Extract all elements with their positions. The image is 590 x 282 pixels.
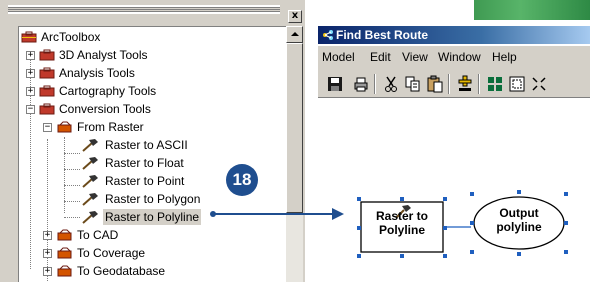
- zoom-icon[interactable]: [530, 75, 548, 93]
- tree-item-3d-analyst-tools[interactable]: + 3D Analyst Tools: [19, 47, 279, 63]
- hammer-icon: [82, 193, 98, 206]
- menu-model[interactable]: Model: [322, 50, 355, 64]
- expand-icon[interactable]: +: [26, 69, 35, 78]
- scroll-thumb[interactable]: [286, 43, 303, 213]
- tree-item-analysis-tools[interactable]: + Analysis Tools: [19, 65, 279, 81]
- model-canvas[interactable]: [318, 99, 590, 282]
- hammer-icon: [82, 157, 98, 170]
- toolset-icon: [57, 121, 72, 133]
- tree-item-label: From Raster: [77, 120, 144, 134]
- toolbox-icon: [39, 67, 55, 79]
- tree-item-from-raster[interactable]: − From Raster: [19, 119, 279, 135]
- process-label-line1: Raster to: [375, 209, 428, 223]
- toolbox-icon: [39, 85, 55, 97]
- tree-item-to-geodatabase[interactable]: + To Geodatabase: [19, 263, 279, 279]
- menu-edit[interactable]: Edit: [370, 50, 391, 64]
- tree-item-raster-to-ascii[interactable]: Raster to ASCII: [19, 137, 279, 153]
- toolset-icon: [57, 229, 72, 241]
- grid-icon[interactable]: [486, 75, 504, 93]
- toolbar-separator: [448, 74, 450, 94]
- toolbar-separator: [478, 74, 480, 94]
- find-best-route-window: Find Best Route Model Edit View Window H…: [318, 26, 590, 282]
- tree-item-cartography-tools[interactable]: + Cartography Tools: [19, 83, 279, 99]
- model-icon: [323, 30, 333, 40]
- hammer-icon: [82, 139, 98, 152]
- toolbar-separator: [374, 74, 376, 94]
- expand-icon[interactable]: +: [43, 249, 52, 258]
- drag-arrow: [210, 208, 344, 220]
- expand-icon[interactable]: +: [43, 231, 52, 240]
- cut-icon[interactable]: [382, 75, 400, 93]
- toolset-icon: [57, 247, 72, 259]
- menu-view[interactable]: View: [402, 50, 428, 64]
- toolbox-icon: [39, 49, 55, 61]
- tree-item-label: Raster to Point: [105, 174, 185, 188]
- full-extent-icon[interactable]: [508, 75, 526, 93]
- toolbox-icon: [39, 103, 55, 115]
- tree-item-label: To Geodatabase: [77, 264, 166, 278]
- step-callout-badge: 18: [226, 164, 258, 196]
- expand-icon[interactable]: +: [26, 87, 35, 96]
- window-title-bar[interactable]: Find Best Route: [318, 26, 590, 44]
- collapse-icon[interactable]: −: [26, 105, 35, 114]
- tree-item-to-cad[interactable]: + To CAD: [19, 227, 279, 243]
- map-imagery: [474, 0, 590, 20]
- menu-bar: Model Edit View Window Help: [318, 46, 590, 68]
- toolbox-drag-grip[interactable]: [8, 5, 280, 14]
- tree-item-label: Conversion Tools: [59, 102, 151, 116]
- hammer-icon: [82, 175, 98, 188]
- toolbox-title-bar[interactable]: x: [0, 0, 305, 23]
- output-label-line2: polyline: [496, 220, 542, 234]
- tree-item-label: Raster to Polygon: [105, 192, 201, 206]
- menu-window[interactable]: Window: [438, 50, 481, 64]
- tree-item-label: Raster to Float: [105, 156, 184, 170]
- save-icon[interactable]: [326, 75, 344, 93]
- close-icon[interactable]: x: [288, 10, 302, 23]
- print-icon[interactable]: [352, 75, 370, 93]
- arctoolbox-panel: x ArcToolbox + 3D Analyst Tools + Analys…: [0, 0, 305, 282]
- expand-icon[interactable]: +: [26, 51, 35, 60]
- tree-item-label: Cartography Tools: [59, 84, 157, 98]
- tree-connector: [64, 153, 80, 154]
- output-label[interactable]: Output polyline: [474, 206, 564, 234]
- tree-item-to-coverage[interactable]: + To Coverage: [19, 245, 279, 261]
- output-label-line1: Output: [499, 206, 539, 220]
- process-label-line2: Polyline: [378, 223, 425, 237]
- toolset-icon: [57, 265, 72, 277]
- toolbar: [318, 68, 590, 98]
- menu-help[interactable]: Help: [492, 50, 517, 64]
- tree-item-label: To Coverage: [77, 246, 146, 260]
- tree-item-arctoolbox[interactable]: ArcToolbox: [19, 29, 279, 45]
- expand-icon[interactable]: +: [43, 267, 52, 276]
- tree-item-label: 3D Analyst Tools: [59, 48, 148, 62]
- tree-item-conversion-tools[interactable]: − Conversion Tools: [19, 101, 279, 117]
- copy-icon[interactable]: [404, 75, 422, 93]
- tree-item-label: ArcToolbox: [41, 30, 101, 44]
- scroll-up-icon[interactable]: [286, 26, 303, 43]
- tree-item-label: Analysis Tools: [59, 66, 135, 80]
- tree-item-label: To CAD: [77, 228, 119, 242]
- hammer-icon: [82, 211, 98, 224]
- tree-item-label: Raster to ASCII: [105, 138, 188, 152]
- tree-item-label-selected: Raster to Polyline: [103, 209, 202, 225]
- toolbox-scrollbar[interactable]: [286, 26, 303, 282]
- add-data-icon[interactable]: [456, 75, 474, 93]
- paste-icon[interactable]: [426, 75, 444, 93]
- collapse-icon[interactable]: −: [43, 123, 52, 132]
- arctoolbox-icon: [21, 31, 37, 43]
- window-title: Find Best Route: [336, 28, 428, 42]
- toolbox-tree: ArcToolbox + 3D Analyst Tools + Analysis…: [18, 26, 286, 282]
- process-label[interactable]: Raster to Polyline: [361, 209, 443, 237]
